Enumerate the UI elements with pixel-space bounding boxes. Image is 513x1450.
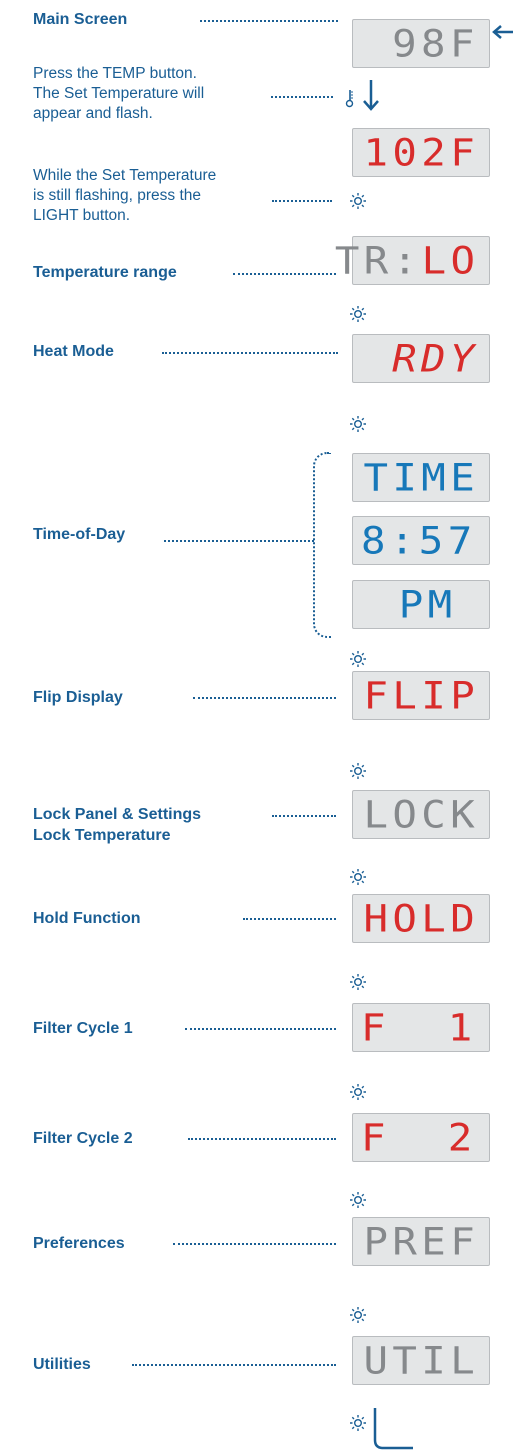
leader-dots xyxy=(272,815,336,817)
lcd-filter-2: F 2 xyxy=(352,1113,490,1162)
sun-icon xyxy=(350,974,366,990)
leader-dots xyxy=(188,1138,336,1140)
label-utilities: Utilities xyxy=(33,1356,91,1373)
lcd-text: UTIL xyxy=(363,1339,479,1382)
lcd-text: HOLD xyxy=(363,897,479,940)
note-while-flashing: While the Set Temperature is still flash… xyxy=(33,166,216,226)
lcd-text: TR:LO xyxy=(334,242,479,279)
leader-dots xyxy=(233,273,336,275)
leader-dots xyxy=(185,1028,336,1030)
lcd-text: F 1 xyxy=(361,1006,477,1049)
return-loop-line xyxy=(373,1408,413,1450)
sun-icon xyxy=(350,1415,366,1431)
lcd-text: 102F xyxy=(363,131,479,174)
label-heat-mode: Heat Mode xyxy=(33,343,114,360)
note-line: While the Set Temperature xyxy=(33,167,217,184)
lcd-tr-value: LO xyxy=(421,239,479,282)
note-line: is still flashing, press the xyxy=(33,187,201,204)
lcd-text: FLIP xyxy=(363,674,479,717)
label-main-screen: Main Screen xyxy=(33,11,128,28)
leader-dots xyxy=(162,352,338,354)
lcd-lock: LOCK xyxy=(352,790,490,839)
leader-dots xyxy=(243,918,336,920)
lcd-util: UTIL xyxy=(352,1336,490,1385)
note-press-temp: Press the TEMP button. The Set Temperatu… xyxy=(33,64,204,124)
lcd-filter-1: F 1 xyxy=(352,1003,490,1052)
lcd-clock: 8:57 xyxy=(352,516,490,565)
lcd-text: TIME xyxy=(363,456,479,499)
leader-dots xyxy=(271,96,333,98)
sun-icon xyxy=(350,763,366,779)
leader-dots xyxy=(164,540,314,542)
leader-dots xyxy=(193,697,336,699)
lcd-main-screen: 98F xyxy=(352,19,490,68)
lcd-pref: PREF xyxy=(352,1217,490,1266)
note-line: The Set Temperature will xyxy=(33,85,205,102)
lcd-heat-mode: RDY xyxy=(352,334,490,383)
lcd-ampm: PM xyxy=(352,580,490,629)
leader-dots xyxy=(132,1364,336,1366)
sun-icon xyxy=(350,193,366,209)
note-line: Press the TEMP button. xyxy=(33,65,197,82)
lcd-text: PREF xyxy=(363,1220,479,1263)
lcd-text: 98F xyxy=(392,22,479,65)
lcd-text: PM xyxy=(399,583,457,626)
lcd-text: LOCK xyxy=(363,793,479,836)
lcd-set-temperature: 102F xyxy=(352,128,490,177)
lcd-text: RDY xyxy=(392,337,479,380)
lcd-tr-prefix: TR: xyxy=(334,239,422,282)
label-lock-panel: Lock Panel & Settings xyxy=(33,806,202,823)
lcd-time: TIME xyxy=(352,453,490,502)
arrow-left-icon xyxy=(492,25,513,39)
time-of-day-bracket xyxy=(313,452,331,638)
sun-icon xyxy=(350,1084,366,1100)
lcd-temperature-range: TR:LO xyxy=(334,236,490,285)
label-preferences: Preferences xyxy=(33,1235,125,1252)
label-flip-display: Flip Display xyxy=(33,689,123,706)
arrow-down-icon xyxy=(363,80,379,111)
sun-icon xyxy=(350,651,366,667)
label-time-of-day: Time-of-Day xyxy=(33,526,126,543)
thermometer-icon xyxy=(345,90,354,108)
label-hold-function: Hold Function xyxy=(33,910,141,927)
sun-icon xyxy=(350,869,366,885)
leader-dots xyxy=(272,200,332,202)
label-lock: Lock Panel & Settings Lock Temperature xyxy=(33,804,201,846)
sun-icon xyxy=(350,306,366,322)
lcd-hold: HOLD xyxy=(352,894,490,943)
lcd-text: F 2 xyxy=(361,1116,477,1159)
sun-icon xyxy=(350,416,366,432)
label-filter-cycle-2: Filter Cycle 2 xyxy=(33,1130,133,1147)
sun-icon xyxy=(350,1307,366,1323)
label-temperature-range: Temperature range xyxy=(33,264,177,281)
label-lock-temperature: Lock Temperature xyxy=(33,827,171,844)
leader-dots xyxy=(173,1243,336,1245)
note-line: LIGHT button. xyxy=(33,207,131,224)
label-filter-cycle-1: Filter Cycle 1 xyxy=(33,1020,133,1037)
lcd-flip: FLIP xyxy=(352,671,490,720)
sun-icon xyxy=(350,1192,366,1208)
lcd-text: 8:57 xyxy=(361,519,477,562)
note-line: appear and flash. xyxy=(33,105,153,122)
leader-dots xyxy=(200,20,338,22)
